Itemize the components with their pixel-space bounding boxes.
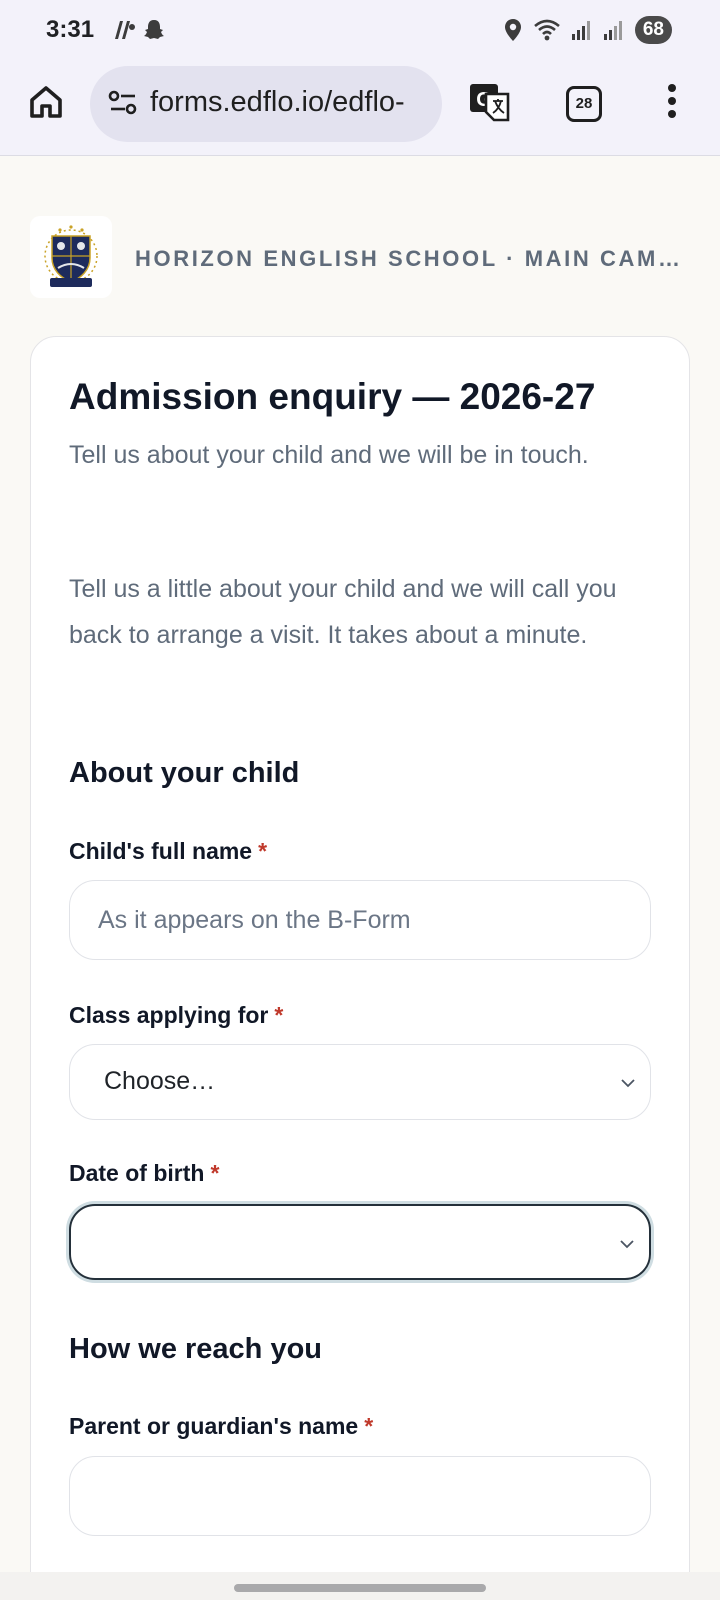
guardian-name-label-text: Parent or guardian's name xyxy=(69,1413,359,1439)
class-select-value: Choose… xyxy=(104,1067,216,1095)
menu-dot xyxy=(668,84,676,92)
required-mark: * xyxy=(258,838,268,864)
tabs-button[interactable]: 28 xyxy=(566,86,602,122)
form-description: Tell us a little about your child and we… xyxy=(69,575,617,649)
menu-dot xyxy=(668,110,676,118)
school-name: HORIZON ENGLISH SCHOOL · MAIN CAM… xyxy=(135,246,683,271)
child-name-label-text: Child's full name xyxy=(69,838,253,864)
required-mark: * xyxy=(274,1002,284,1028)
status-bar: 3:31 68 xyxy=(0,0,720,60)
form-subtitle: Tell us about your child and we will be … xyxy=(69,441,589,469)
child-name-label: Child's full name * xyxy=(69,838,267,865)
required-mark: * xyxy=(364,1413,374,1439)
site-settings-icon[interactable] xyxy=(108,90,138,116)
notification-icon xyxy=(115,21,135,39)
class-label-text: Class applying for xyxy=(69,1002,269,1028)
dob-label: Date of birth * xyxy=(69,1160,219,1187)
address-bar[interactable]: forms.edflo.io/edflo- xyxy=(90,66,442,142)
class-label: Class applying for * xyxy=(69,1002,283,1029)
child-name-field[interactable] xyxy=(69,880,651,960)
required-mark: * xyxy=(210,1160,220,1186)
chevron-down-icon xyxy=(621,1079,635,1088)
snapchat-icon xyxy=(144,20,164,39)
status-time: 3:31 xyxy=(46,16,95,43)
section-heading-contact: How we reach you xyxy=(69,1333,323,1365)
home-icon[interactable] xyxy=(26,82,66,122)
wifi-icon xyxy=(534,19,560,41)
location-icon xyxy=(504,19,521,41)
guardian-name-input[interactable] xyxy=(98,1457,618,1535)
signal-icon xyxy=(571,21,590,40)
signal-icon xyxy=(603,21,622,40)
gesture-handle[interactable] xyxy=(234,1584,486,1592)
chevron-down-icon xyxy=(620,1240,634,1249)
url-text[interactable]: forms.edflo.io/edflo- xyxy=(150,86,438,119)
guardian-name-field[interactable] xyxy=(69,1456,651,1536)
class-select[interactable]: Choose… xyxy=(69,1044,651,1120)
status-right: 68 xyxy=(503,16,672,44)
school-crest-icon xyxy=(44,225,98,287)
child-name-input[interactable] xyxy=(98,881,618,959)
dob-label-text: Date of birth xyxy=(69,1160,205,1186)
menu-dot xyxy=(668,97,676,105)
more-menu-icon[interactable] xyxy=(664,84,680,124)
section-heading-child: About your child xyxy=(69,757,300,789)
dob-field[interactable] xyxy=(69,1204,651,1280)
translate-icon[interactable]: G xyxy=(468,82,512,124)
browser-toolbar: forms.edflo.io/edflo- G 28 xyxy=(0,60,720,156)
school-logo xyxy=(30,216,112,298)
form-card xyxy=(30,336,690,1600)
status-left-icons xyxy=(112,18,166,42)
guardian-name-label: Parent or guardian's name * xyxy=(69,1413,373,1440)
form-title: Admission enquiry — 2026-27 xyxy=(69,376,596,417)
battery-indicator: 68 xyxy=(634,16,672,44)
